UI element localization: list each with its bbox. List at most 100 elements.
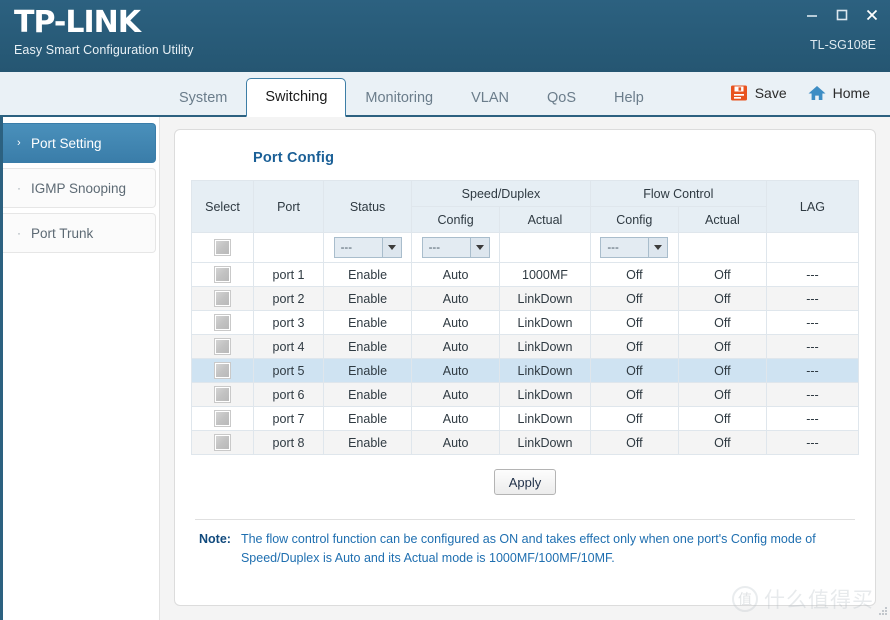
- sidebar-item-igmp-snooping[interactable]: · IGMP Snooping: [3, 168, 156, 208]
- sidebar-item-port-trunk[interactable]: · Port Trunk: [3, 213, 156, 253]
- table-row[interactable]: port 1 Enable Auto 1000MF Off Off ---: [190, 262, 860, 287]
- row-checkbox[interactable]: [214, 266, 231, 284]
- note-line-1: The flow control function can be configu…: [240, 532, 728, 546]
- cell-flow-config: Off: [589, 334, 679, 359]
- tab-qos[interactable]: QoS: [528, 79, 595, 117]
- filter-lag-cell: [765, 232, 860, 263]
- tab-monitoring[interactable]: Monitoring: [346, 79, 452, 117]
- cell-flow-actual: Off: [677, 430, 767, 455]
- cell-flow-actual: Off: [677, 382, 767, 407]
- cell-lag: ---: [765, 310, 860, 335]
- row-checkbox[interactable]: [214, 410, 231, 428]
- row-checkbox[interactable]: [214, 314, 231, 332]
- row-checkbox[interactable]: [214, 362, 231, 380]
- cell-lag: ---: [765, 406, 860, 431]
- close-icon[interactable]: [864, 7, 880, 23]
- save-button[interactable]: Save: [723, 81, 793, 105]
- cell-speed-actual: LinkDown: [499, 310, 591, 335]
- home-icon: [807, 83, 827, 103]
- cell-flow-actual: Off: [677, 334, 767, 359]
- cell-speed-config: Auto: [411, 286, 501, 311]
- cell-port: port 5: [253, 358, 325, 383]
- row-select-cell: [190, 430, 255, 455]
- cell-port: port 8: [253, 430, 325, 455]
- chevron-right-icon: ›: [17, 137, 21, 149]
- chevron-down-icon: [469, 238, 489, 257]
- sidebar-item-label: IGMP Snooping: [31, 180, 127, 196]
- table-row[interactable]: port 2 Enable Auto LinkDown Off Off ---: [190, 286, 860, 311]
- cell-speed-config: Auto: [411, 262, 501, 287]
- header-lag: LAG: [765, 180, 860, 233]
- filter-select-cell: [190, 232, 255, 263]
- sidebar-item-port-setting[interactable]: › Port Setting: [3, 123, 156, 163]
- sidebar-item-label: Port Setting: [31, 135, 102, 151]
- table-header-row-1: Select Port Status Speed/Duplex Flow Con…: [190, 180, 860, 233]
- card-title-row: Port Config: [193, 150, 857, 166]
- row-select-cell: [190, 262, 255, 287]
- minimize-icon[interactable]: [804, 7, 820, 23]
- row-checkbox[interactable]: [214, 338, 231, 356]
- row-checkbox[interactable]: [214, 290, 231, 308]
- cell-lag: ---: [765, 358, 860, 383]
- note-text: The flow control function can be configu…: [241, 530, 853, 568]
- table-row[interactable]: port 4 Enable Auto LinkDown Off Off ---: [190, 334, 860, 359]
- cell-flow-actual: Off: [677, 262, 767, 287]
- device-model: TL-SG108E: [809, 38, 876, 52]
- cell-flow-actual: Off: [677, 358, 767, 383]
- flow-config-select-value: ---: [607, 241, 619, 254]
- note-divider: [195, 519, 855, 520]
- filter-flow-config-cell: ---: [589, 232, 679, 263]
- cell-flow-config: Off: [589, 430, 679, 455]
- row-select-cell: [190, 286, 255, 311]
- tab-switching[interactable]: Switching: [246, 78, 347, 117]
- filter-row: --- --- ---: [190, 232, 860, 263]
- cell-port: port 3: [253, 310, 325, 335]
- cell-speed-actual: LinkDown: [499, 358, 591, 383]
- cell-port: port 4: [253, 334, 325, 359]
- cell-port: port 7: [253, 406, 325, 431]
- apply-button[interactable]: Apply: [493, 469, 557, 495]
- row-checkbox[interactable]: [214, 386, 231, 404]
- cell-status: Enable: [323, 406, 413, 431]
- tab-vlan[interactable]: VLAN: [452, 79, 528, 117]
- select-all-checkbox[interactable]: [214, 239, 231, 257]
- chevron-down-icon: [381, 238, 401, 257]
- sidebar-item-label: Port Trunk: [31, 225, 94, 241]
- tab-system[interactable]: System: [160, 79, 246, 117]
- filter-speed-actual-cell: [499, 232, 591, 263]
- cell-status: Enable: [323, 358, 413, 383]
- header-flow-config: Config: [589, 206, 679, 233]
- cell-status: Enable: [323, 310, 413, 335]
- maximize-icon[interactable]: [834, 7, 850, 23]
- cell-lag: ---: [765, 334, 860, 359]
- status-select[interactable]: ---: [333, 237, 402, 258]
- speed-config-select[interactable]: ---: [421, 237, 490, 258]
- table-row[interactable]: port 6 Enable Auto LinkDown Off Off ---: [190, 382, 860, 407]
- flow-config-select[interactable]: ---: [600, 237, 669, 258]
- title-bar: TP-LINK Easy Smart Configuration Utility…: [0, 0, 890, 72]
- table-row[interactable]: port 3 Enable Auto LinkDown Off Off ---: [190, 310, 860, 335]
- cell-flow-config: Off: [589, 406, 679, 431]
- filter-speed-config-cell: ---: [411, 232, 501, 263]
- cell-speed-config: Auto: [411, 382, 501, 407]
- cell-flow-actual: Off: [677, 286, 767, 311]
- cell-status: Enable: [323, 382, 413, 407]
- row-checkbox[interactable]: [214, 434, 231, 452]
- bullet-icon: ·: [17, 181, 21, 195]
- home-button[interactable]: Home: [801, 81, 876, 105]
- header-port: Port: [253, 180, 325, 233]
- cell-flow-actual: Off: [677, 406, 767, 431]
- table-row[interactable]: port 8 Enable Auto LinkDown Off Off ---: [190, 430, 860, 455]
- cell-flow-config: Off: [589, 310, 679, 335]
- cell-port: port 2: [253, 286, 325, 311]
- table-row[interactable]: port 5 Enable Auto LinkDown Off Off ---: [190, 358, 860, 383]
- resize-grip[interactable]: [875, 605, 888, 618]
- cell-lag: ---: [765, 430, 860, 455]
- cell-speed-actual: LinkDown: [499, 382, 591, 407]
- tab-help[interactable]: Help: [595, 79, 663, 117]
- cell-speed-actual: LinkDown: [499, 430, 591, 455]
- cell-status: Enable: [323, 430, 413, 455]
- cell-lag: ---: [765, 382, 860, 407]
- cell-speed-config: Auto: [411, 358, 501, 383]
- table-row[interactable]: port 7 Enable Auto LinkDown Off Off ---: [190, 406, 860, 431]
